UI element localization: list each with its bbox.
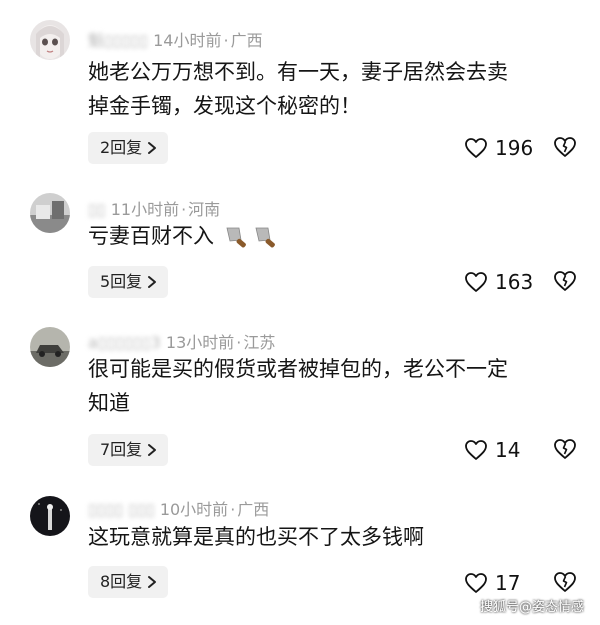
avatar[interactable] (30, 496, 70, 536)
doll-girl-avatar-icon (30, 20, 70, 60)
like-button[interactable]: 17 (464, 571, 520, 595)
reply-count-label: 2回复 (100, 138, 143, 157)
dislike-button[interactable] (553, 270, 577, 296)
view-replies-button[interactable]: 5回复 (88, 266, 169, 298)
comment-location: 江苏 (243, 333, 276, 352)
watermark: 搜狐号@姿态情感 (479, 600, 584, 615)
username[interactable]: a▯▯▯▯▯▯3 (88, 333, 161, 352)
broken-heart-icon (554, 572, 576, 592)
like-button[interactable]: 14 (464, 438, 520, 462)
comment-text-line: 掉金手镯，发现这个秘密的！ (88, 94, 361, 118)
separator: · (230, 500, 236, 519)
heart-icon (465, 440, 487, 460)
comment-text: 亏妻百财不入 (88, 219, 578, 253)
comment-meta: ▯▯ 11小时前 · 河南 (88, 196, 220, 220)
broken-heart-icon (554, 137, 576, 157)
username[interactable]: ▯▯ (88, 200, 106, 219)
comment-text: 这玩意就算是真的也买不了太多钱啊 (88, 520, 578, 554)
view-replies-button[interactable]: 7回复 (88, 434, 169, 466)
comment-meta: ▯▯▯▯ ▯▯▯ 10小时前 · 广西 (88, 496, 269, 520)
like-button[interactable]: 196 (464, 136, 533, 160)
reply-count-label: 7回复 (100, 440, 143, 459)
comment-time: 11小时前 (110, 200, 180, 219)
comment-text: 她老公万万想不到。有一天，妻子居然会去卖 掉金手镯，发现这个秘密的！ (88, 55, 578, 123)
separator: · (236, 333, 242, 352)
comment-location: 广西 (237, 500, 270, 519)
comment-text: 很可能是买的假货或者被掉包的，老公不一定 知道 (88, 352, 578, 420)
heart-icon (465, 573, 487, 593)
reply-count-label: 8回复 (100, 572, 143, 591)
comment-meta: 魁▯▯▯▯▯ 14小时前 · 广西 (88, 27, 263, 51)
username[interactable]: 魁▯▯▯▯▯ (88, 27, 148, 51)
avatar[interactable] (30, 193, 70, 233)
night-photo-avatar-icon (30, 496, 70, 536)
comment-text-line: 知道 (88, 391, 130, 415)
comment-text-line: 她老公万万想不到。有一天，妻子居然会去卖 (88, 60, 508, 84)
heart-icon (465, 272, 487, 292)
broken-heart-icon (554, 439, 576, 459)
avatar[interactable] (30, 327, 70, 367)
avatar[interactable] (30, 20, 70, 60)
like-count: 17 (495, 571, 521, 595)
chevron-right-icon (148, 576, 157, 588)
chevron-right-icon (148, 142, 157, 154)
chevron-right-icon (148, 276, 157, 288)
like-count: 14 (495, 438, 521, 462)
knife-emoji-icon (221, 224, 279, 248)
dislike-button[interactable] (553, 571, 577, 597)
comment-text-line: 很可能是买的假货或者被掉包的，老公不一定 (88, 357, 508, 381)
like-count: 196 (495, 136, 534, 160)
separator: · (181, 200, 187, 219)
dislike-button[interactable] (553, 438, 577, 464)
separator: · (223, 31, 229, 50)
comment-location: 广西 (230, 31, 263, 50)
comment-meta: a▯▯▯▯▯▯3 13小时前 · 江苏 (88, 329, 275, 353)
like-button[interactable]: 163 (464, 270, 533, 294)
view-replies-button[interactable]: 8回复 (88, 566, 169, 598)
username[interactable]: ▯▯▯▯ ▯▯▯ (88, 500, 155, 519)
view-replies-button[interactable]: 2回复 (88, 132, 169, 164)
like-count: 163 (495, 270, 534, 294)
comment-time: 10小时前 (159, 500, 229, 519)
comment-time: 14小时前 (153, 31, 222, 50)
heart-icon (465, 138, 487, 158)
photo-avatar-icon (30, 193, 70, 233)
comment-location: 河南 (188, 200, 221, 219)
car-photo-avatar-icon (30, 327, 70, 367)
reply-count-label: 5回复 (100, 272, 143, 291)
chevron-right-icon (148, 444, 157, 456)
comment-time: 13小时前 (165, 333, 235, 352)
dislike-button[interactable] (553, 136, 577, 162)
comment-text-line: 这玩意就算是真的也买不了太多钱啊 (88, 525, 424, 549)
comment-text-line: 亏妻百财不入 (88, 224, 214, 248)
broken-heart-icon (554, 271, 576, 291)
